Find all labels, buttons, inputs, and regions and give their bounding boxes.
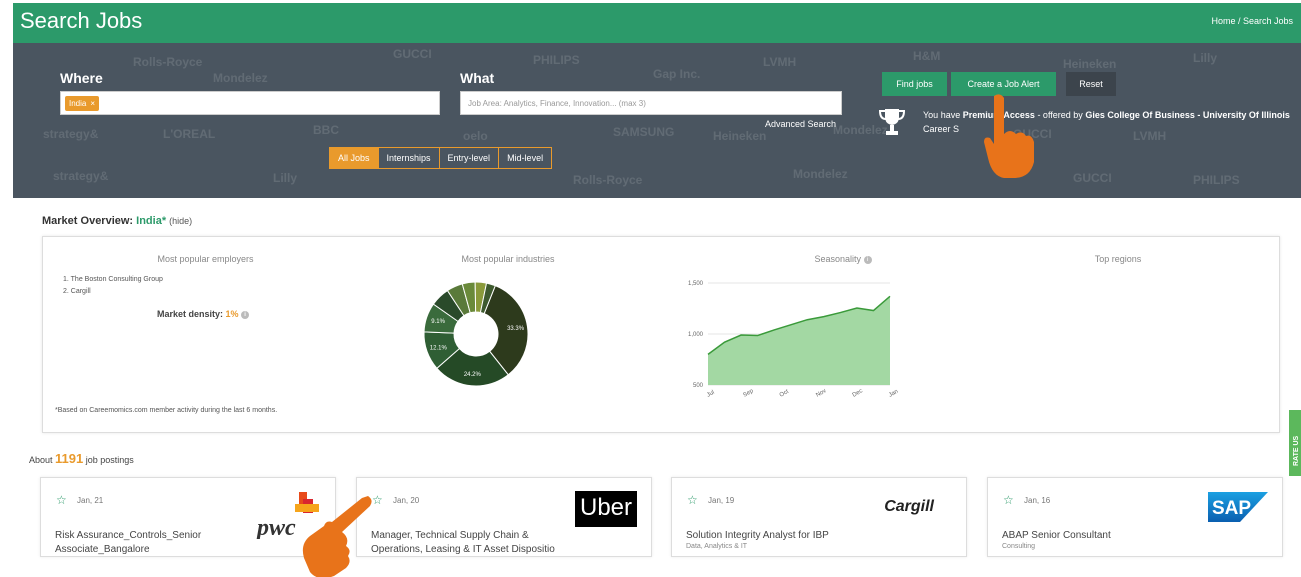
pointer-hand-icon [984, 94, 1034, 178]
background-logo: strategy& [53, 169, 109, 183]
x-tick-label: Jul [706, 390, 716, 399]
tab-all-jobs[interactable]: All Jobs [330, 148, 379, 168]
tab-mid-level[interactable]: Mid-level [499, 148, 551, 168]
reset-button[interactable]: Reset [1066, 72, 1116, 96]
company-logo-uber: Uber [575, 491, 637, 527]
background-logo: oelo [463, 129, 488, 143]
seasonality-title: Seasonality i [743, 254, 943, 264]
y-tick-label: 1,000 [688, 332, 704, 338]
info-icon[interactable]: i [241, 310, 250, 319]
job-card[interactable]: ☆ Jan, 20 Uber Manager, Technical Supply… [356, 477, 652, 557]
what-label: What [460, 70, 495, 86]
employer-item[interactable]: 2. Cargill [63, 286, 163, 298]
job-card[interactable]: ☆ Jan, 19 Cargill Solution Integrity Ana… [671, 477, 967, 557]
job-title-link[interactable]: ABAP Senior Consultant [1002, 529, 1202, 543]
job-title-link[interactable]: Solution Integrity Analyst for IBP [686, 529, 886, 543]
favorite-star-icon[interactable]: ☆ [56, 493, 67, 507]
job-count-number: 1191 [55, 451, 84, 466]
employers-title: Most popular employers [157, 254, 254, 264]
pie-slice-label: 33.3% [507, 326, 525, 332]
background-logo: L'OREAL [163, 127, 216, 141]
background-logo: strategy& [43, 127, 99, 141]
market-overview-panel: Most popular employers 1. The Boston Con… [42, 236, 1280, 433]
background-logo: Rolls-Royce [133, 55, 203, 69]
rate-us-side-tab[interactable]: RATE US [1289, 410, 1301, 476]
background-logo: LVMH [763, 55, 797, 69]
job-card[interactable]: ☆ Jan, 16 SAP ABAP Senior Consultant Con… [987, 477, 1283, 557]
find-jobs-button[interactable]: Find jobs [882, 72, 947, 96]
background-logo: GUCCI [1073, 171, 1112, 185]
page-title: Search Jobs [20, 8, 143, 33]
x-tick-label: Jan [888, 389, 899, 399]
employer-item[interactable]: 1. The Boston Consulting Group [63, 274, 163, 286]
pie-slice-label: 24.2% [464, 372, 482, 378]
location-chip[interactable]: India × [65, 96, 100, 111]
employers-list: 1. The Boston Consulting Group 2. Cargil… [63, 274, 163, 298]
x-tick-label: Sep [742, 388, 755, 399]
job-category: Consulting [1002, 543, 1036, 550]
seasonality-area-chart: 500 1,000 1,500 Jul Sep Oct Nov Dec Jan [688, 281, 899, 399]
job-date: Jan, 20 [393, 496, 420, 505]
background-logo: Lilly [1193, 51, 1218, 65]
page-header: Search Jobs Home / Search Jobs [13, 3, 1301, 43]
where-label: Where [60, 70, 103, 86]
chip-remove-icon[interactable]: × [90, 99, 95, 108]
job-date: Jan, 16 [1024, 496, 1051, 505]
favorite-star-icon[interactable]: ☆ [1003, 493, 1014, 507]
job-date: Jan, 21 [77, 496, 104, 505]
background-logo: Mondelez [793, 167, 848, 181]
info-icon[interactable]: i [863, 255, 872, 264]
company-name: SAP [1212, 498, 1251, 519]
background-logo: H&M [913, 49, 941, 63]
what-input[interactable]: Job Area: Analytics, Finance, Innovation… [460, 91, 842, 115]
regions-title: Top regions [1094, 254, 1142, 264]
job-card[interactable]: ☆ Jan, 21 pwc Risk Assurance_Controls_Se… [40, 477, 336, 557]
y-tick-label: 1,500 [688, 281, 704, 287]
market-footnote: *Based on Careemomics.com member activit… [55, 407, 278, 414]
industries-pie-chart: 33.3% 24.2% 12.1% 9.1% [423, 281, 529, 387]
tab-internships[interactable]: Internships [379, 148, 440, 168]
market-country: India* [136, 215, 167, 227]
background-logo: Gap Inc. [653, 67, 701, 81]
pointer-hand-icon [302, 496, 372, 577]
x-tick-label: Oct [779, 389, 790, 399]
trophy-icon [879, 109, 905, 135]
company-name: pwc [255, 515, 296, 539]
background-logo: PHILIPS [1193, 173, 1240, 187]
company-logo-cargill: Cargill [884, 498, 934, 515]
background-logo: GUCCI [393, 47, 432, 61]
job-count: About 1191 job postings [29, 451, 134, 466]
search-hero: Rolls-Royce Mondelez GUCCI PHILIPS Gap Inc. L… [13, 43, 1301, 198]
pie-slice-label: 9.1% [431, 319, 445, 325]
market-overview-title: Market Overview: India* (hide) [42, 215, 193, 227]
favorite-star-icon[interactable]: ☆ [687, 493, 698, 507]
breadcrumb[interactable]: Home / Search Jobs [1211, 16, 1293, 26]
job-type-tabs: All Jobs Internships Entry-level Mid-lev… [329, 147, 553, 169]
hide-market-link[interactable]: (hide) [169, 216, 192, 226]
background-logo: PHILIPS [533, 53, 580, 67]
background-logo: Lilly [273, 171, 298, 185]
background-logo: Heineken [1063, 57, 1117, 71]
x-tick-label: Nov [815, 388, 827, 399]
background-logo: Heineken [713, 129, 767, 143]
svg-text:RATE US: RATE US [1293, 435, 1300, 466]
premium-access-note: You have Premium Access - offered by Gie… [923, 110, 1290, 134]
background-logo: BBC [313, 123, 339, 137]
tab-entry-level[interactable]: Entry-level [440, 148, 500, 168]
job-date: Jan, 19 [708, 496, 735, 505]
market-density: Market density: 1% i [157, 309, 250, 319]
background-logo: SAMSUNG [613, 125, 675, 139]
job-title-link[interactable]: Risk Assurance_Controls_Senior Associate… [55, 529, 255, 556]
pie-slice-label: 12.1% [430, 345, 448, 351]
y-tick-label: 500 [693, 383, 704, 389]
job-category: Data, Analytics & IT [686, 543, 748, 550]
where-input[interactable]: India × [60, 91, 440, 115]
background-logo: Mondelez [213, 71, 268, 85]
background-logo: Rolls-Royce [573, 173, 643, 187]
industries-title: Most popular industries [461, 254, 555, 264]
advanced-search-link[interactable]: Advanced Search [765, 119, 836, 129]
company-logo-sap: SAP [1208, 492, 1268, 527]
x-tick-label: Dec [852, 388, 864, 399]
job-title-link[interactable]: Manager, Technical Supply Chain & Operat… [371, 529, 571, 556]
